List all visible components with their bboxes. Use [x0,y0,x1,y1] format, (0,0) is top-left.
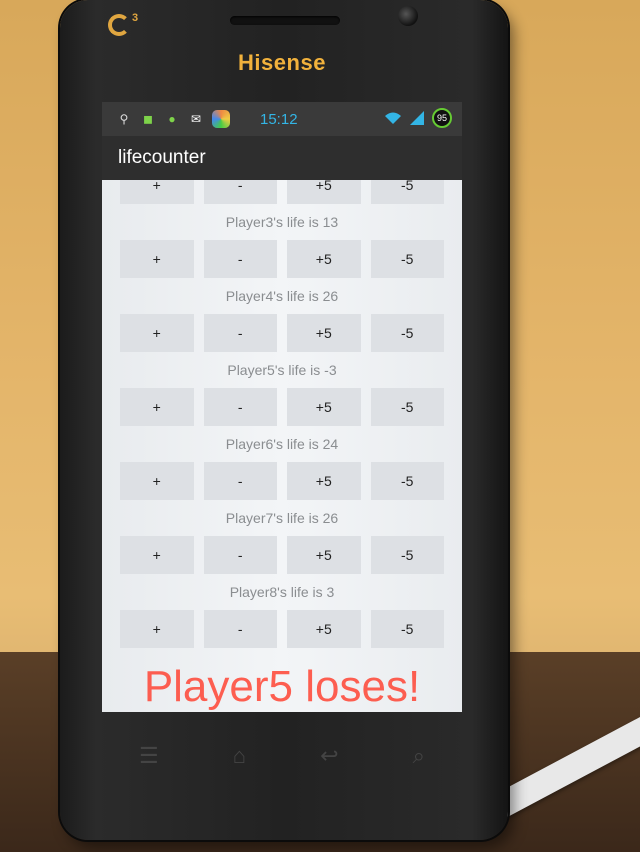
player6-controls: + - +5 -5 [102,462,462,500]
plus5-button[interactable]: +5 [287,462,361,500]
phone-body: 3 Hisense ⚲ ◼ ● ✉ 15:12 95 lifecounter +… [60,0,508,840]
plus-button[interactable]: + [120,240,194,278]
carrier-logo-icon [108,14,130,36]
app-title: lifecounter [102,136,462,180]
back-icon[interactable]: ↩ [320,743,338,769]
minus-button[interactable]: - [203,180,277,204]
minus-button[interactable]: - [203,240,277,278]
minus-button[interactable]: - [203,314,277,352]
usb-icon: ⚲ [119,112,129,126]
plus-button[interactable]: + [120,388,194,426]
signal-icon [410,111,424,125]
player7-controls: + - +5 -5 [102,536,462,574]
player-list[interactable]: + - +5 -5 Player3's life is 13 + - +5 -5… [102,180,462,712]
status-clock: 15:12 [260,111,298,128]
minus5-button[interactable]: -5 [370,536,444,574]
plus-button[interactable]: + [120,610,194,648]
player4-controls: + - +5 -5 [102,314,462,352]
player6-life: Player6's life is 24 [225,436,339,452]
player3-controls: + - +5 -5 [102,240,462,278]
player3-life: Player3's life is 13 [225,214,339,230]
plus5-button[interactable]: +5 [287,314,361,352]
app-notification-icon: ● [168,112,176,126]
android-debug-icon: ◼ [143,112,153,126]
minus-button[interactable]: - [203,610,277,648]
plus5-button[interactable]: +5 [287,180,361,204]
plus-button[interactable]: + [120,462,194,500]
player4-life: Player4's life is 26 [225,288,339,304]
status-bar: ⚲ ◼ ● ✉ 15:12 95 [102,102,462,136]
minus5-button[interactable]: -5 [370,240,444,278]
plus-button[interactable]: + [120,314,194,352]
player5-controls: + - +5 -5 [102,388,462,426]
menu-icon[interactable]: ☰ [139,743,159,769]
plus-button[interactable]: + [120,536,194,574]
player8-life: Player8's life is 3 [229,584,335,600]
brand-logo: Hisense [238,50,326,75]
mail-icon: ✉ [190,112,202,126]
minus-button[interactable]: - [203,462,277,500]
plus5-button[interactable]: +5 [287,536,361,574]
front-camera [398,6,418,26]
battery-icon: 95 [432,108,452,128]
minus-button[interactable]: - [203,536,277,574]
player7-life: Player7's life is 26 [225,510,339,526]
home-icon[interactable]: ⌂ [233,743,246,769]
player5-life: Player5's life is -3 [227,362,337,378]
plus5-button[interactable]: +5 [287,610,361,648]
lose-toast: Player5 loses! [143,662,421,711]
player2-controls: + - +5 -5 [102,180,462,204]
plus5-button[interactable]: +5 [287,240,361,278]
search-icon[interactable]: ⌕ [413,743,425,769]
wifi-icon [384,111,402,125]
player8-controls: + - +5 -5 [102,610,462,648]
carrier-logo-sup: 3 [132,12,139,24]
minus-button[interactable]: - [203,388,277,426]
earpiece-speaker [230,16,340,25]
plus5-button[interactable]: +5 [287,388,361,426]
hardware-nav-bar: ☰ ⌂ ↩ ⌕ [102,728,462,784]
plus-button[interactable]: + [120,180,194,204]
screen: ⚲ ◼ ● ✉ 15:12 95 lifecounter + - +5 -5 P… [102,102,462,712]
minus5-button[interactable]: -5 [370,180,444,204]
app-icon [212,110,230,128]
minus5-button[interactable]: -5 [370,462,444,500]
minus5-button[interactable]: -5 [370,314,444,352]
minus5-button[interactable]: -5 [370,610,444,648]
minus5-button[interactable]: -5 [370,388,444,426]
